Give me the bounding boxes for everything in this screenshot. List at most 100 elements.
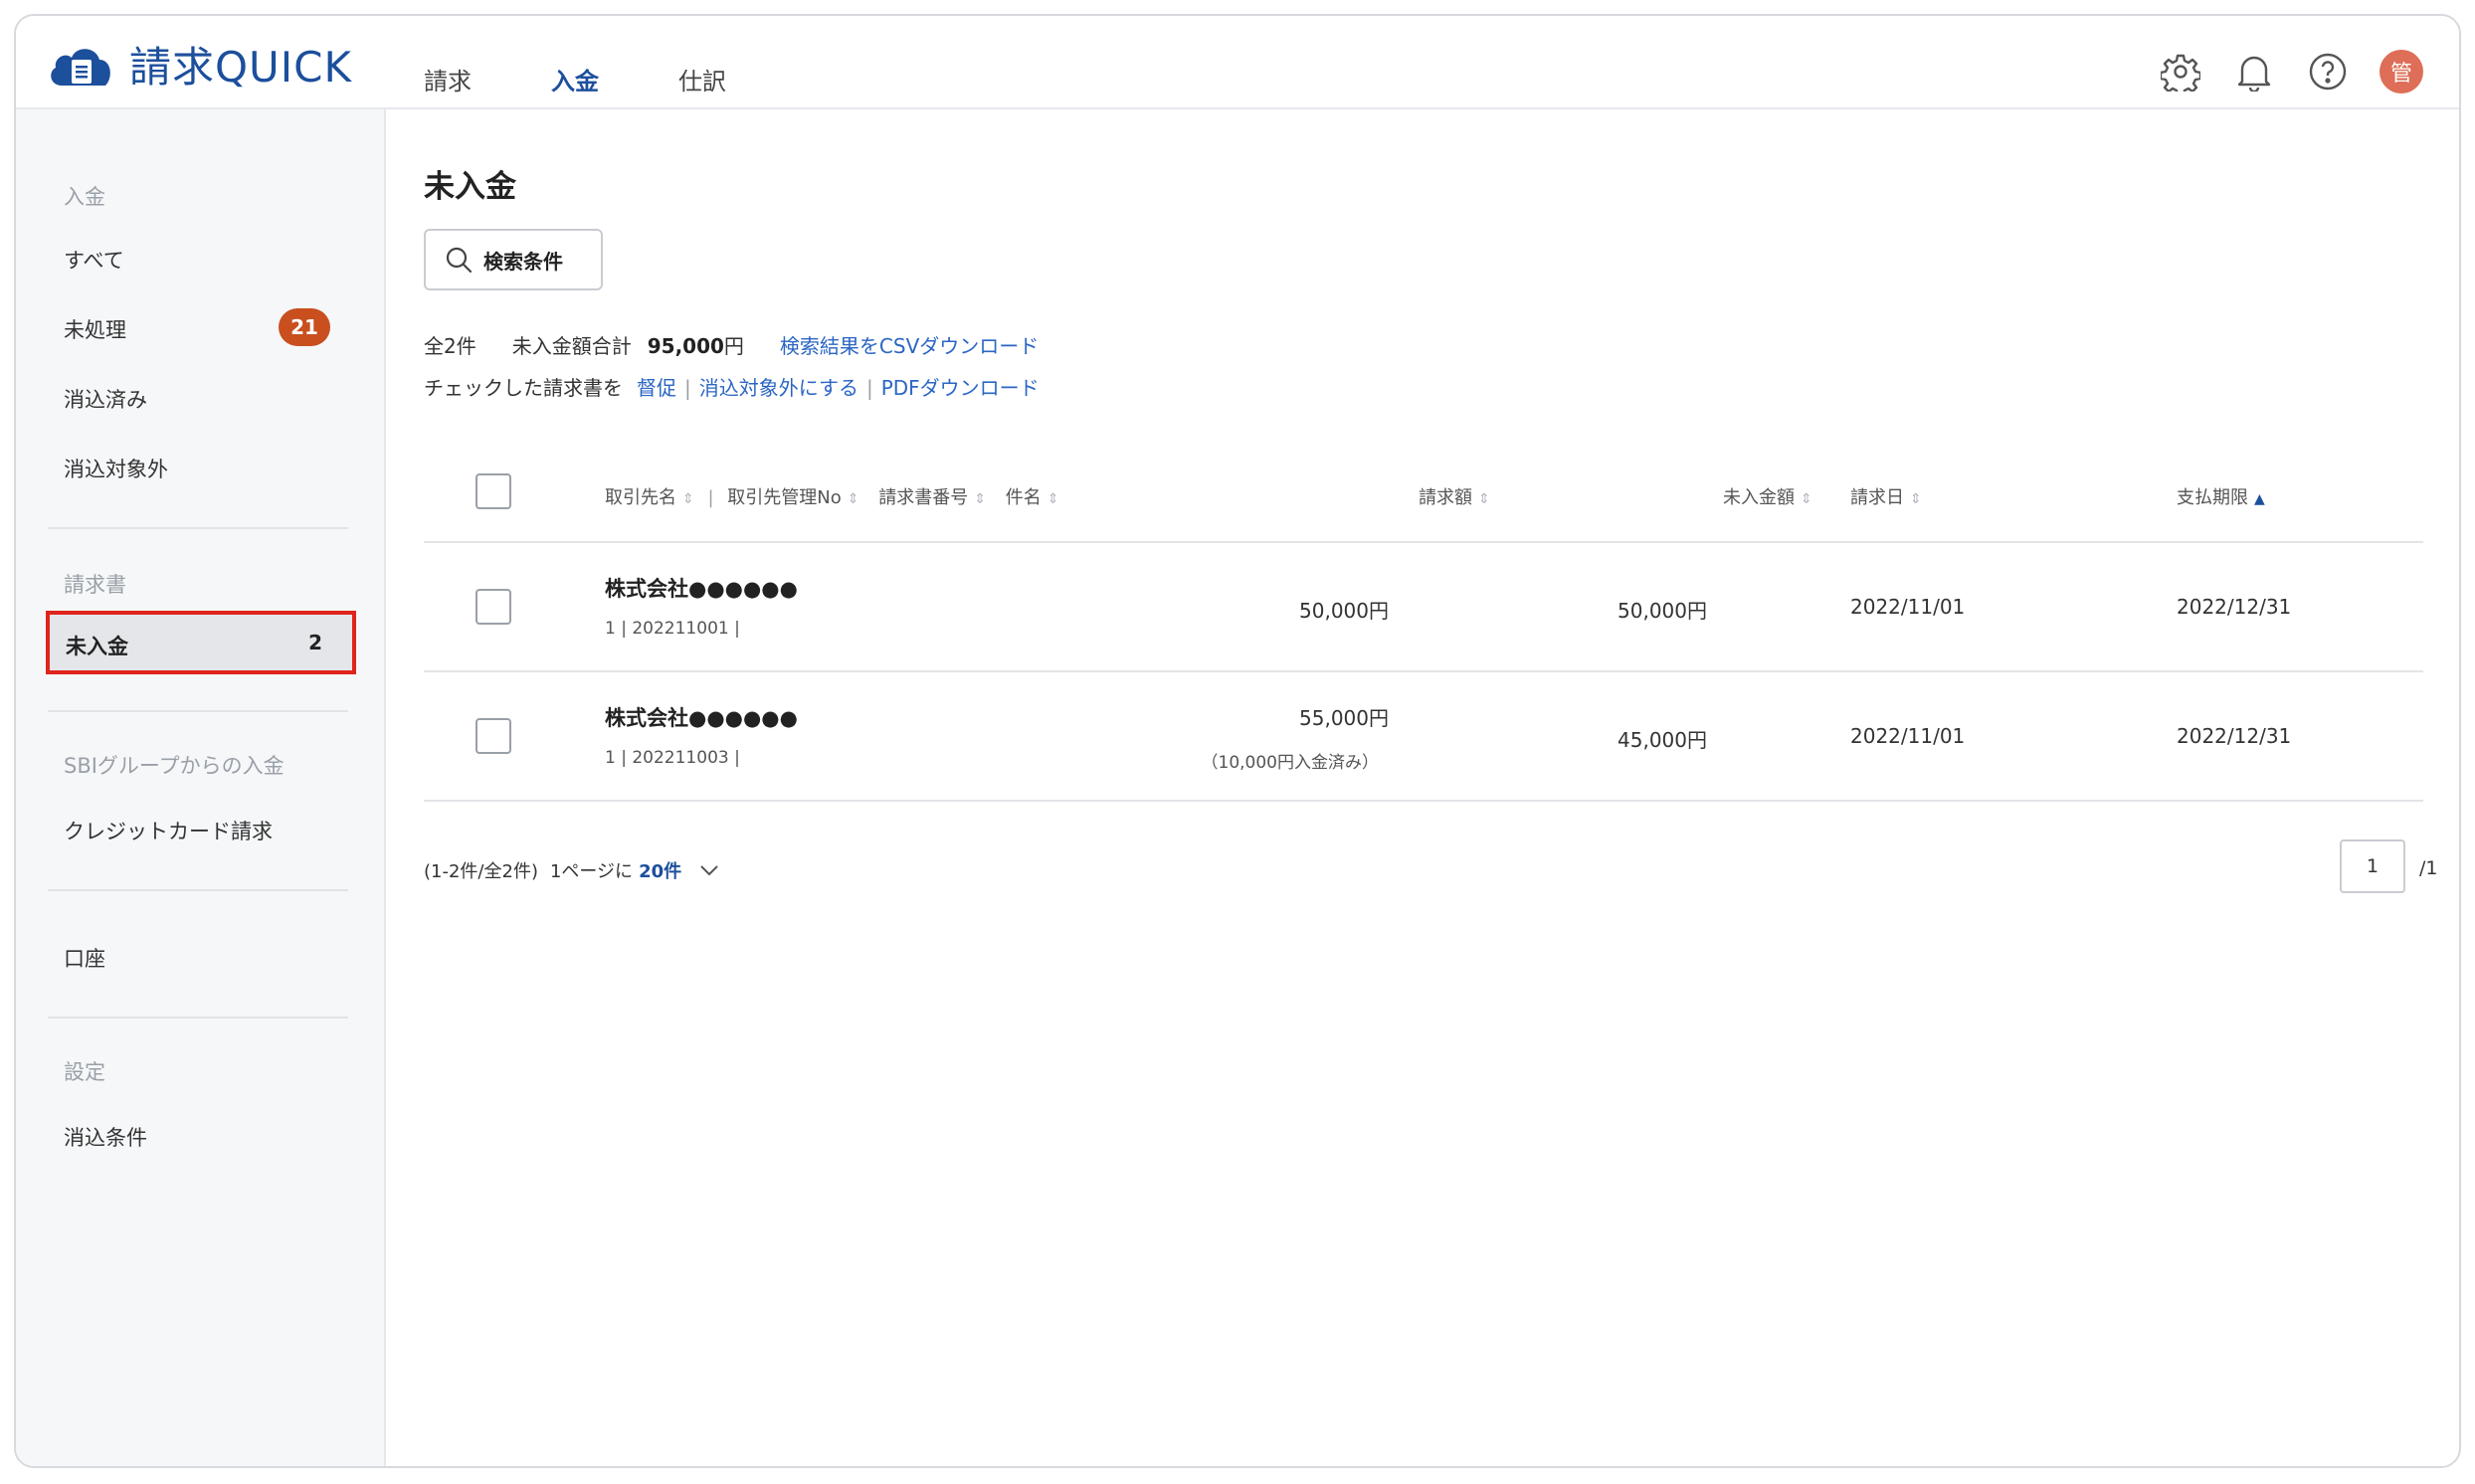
sidebar-item-excluded[interactable]: 消込対象外 [64, 454, 168, 483]
remind-link[interactable]: 督促 [637, 372, 676, 401]
sidebar-item-reconcile-conditions[interactable]: 消込条件 [64, 1122, 147, 1152]
col-billed-wrap: 請求額 ⇕ [1419, 483, 1490, 509]
per-page-label: 1ページに [549, 861, 634, 882]
sidebar-item-unpaid[interactable]: 未入金 2 [46, 611, 356, 674]
tab-payment[interactable]: 入金 [551, 62, 599, 96]
separator: | [684, 376, 691, 400]
page-number-input[interactable]: 1 [2340, 839, 2405, 893]
sort-icon[interactable]: ⇕ [1478, 491, 1490, 507]
csv-download-link[interactable]: 検索結果をCSVダウンロード [780, 330, 1039, 359]
user-avatar[interactable]: 管 [2378, 48, 2425, 95]
row-checkbox[interactable] [476, 718, 511, 754]
bulk-actions-line: チェックした請求書を 督促 | 消込対象外にする | PDFダウンロード [424, 372, 1040, 401]
sidebar-item-unprocessed[interactable]: 未処理 [64, 314, 126, 344]
help-icon[interactable] [2304, 48, 2352, 95]
sidebar-item-account[interactable]: 口座 [64, 943, 105, 973]
select-all-checkbox[interactable] [476, 473, 511, 509]
sidebar: 入金 すべて 未処理 21 消込済み 消込対象外 請求書 未入金 2 SBIグル… [16, 109, 386, 1466]
billed-amount: 50,000円 [1299, 599, 1389, 623]
client-name[interactable]: 株式会社●●●●●● [605, 702, 798, 732]
search-conditions-button[interactable]: 検索条件 [424, 229, 603, 290]
due-date: 2022/12/31 [2177, 595, 2292, 619]
col-issue-date[interactable]: 請求日 [1850, 487, 1904, 508]
row-meta: 1 | 202211001 | [605, 619, 740, 639]
issue-date: 2022/11/01 [1850, 595, 1966, 619]
table-row[interactable]: 株式会社●●●●●● 1 | 202211003 | 55,000円 （10,0… [424, 672, 2423, 802]
separator: | [865, 376, 873, 400]
unpaid-amount: 45,000円 [1618, 728, 1707, 752]
separator: | [707, 487, 714, 508]
exclude-link[interactable]: 消込対象外にする [699, 372, 858, 401]
col-invoice-no[interactable]: 請求書番号 [878, 487, 968, 508]
unpaid-count: 2 [308, 631, 322, 654]
app-window: 請求QUICK 請求 入金 仕訳 管 入金 すべて 未処理 21 消込済み 消込… [14, 14, 2461, 1468]
sidebar-section-sbi: SBIグループからの入金 [64, 754, 285, 778]
app-name: 請求QUICK [129, 42, 353, 92]
row-meta: 1 | 202211003 | [605, 748, 740, 768]
col-client-name[interactable]: 取引先名 [605, 487, 676, 508]
header-actions: 管 [2131, 48, 2425, 95]
col-issue-date-wrap: 請求日 ⇕ [1850, 483, 1922, 509]
tab-journal[interactable]: 仕訳 [678, 62, 726, 96]
sidebar-section-settings: 設定 [64, 1060, 105, 1084]
pdf-download-link[interactable]: PDFダウンロード [881, 372, 1040, 401]
bell-icon[interactable] [2230, 48, 2278, 95]
pagination-info: (1-2件/全2件) 1ページに 20件 [424, 857, 719, 883]
total-count: 全2件 [424, 334, 476, 358]
avatar-initial: 管 [2380, 50, 2423, 93]
checked-label: チェックした請求書を [424, 376, 623, 400]
per-page-select[interactable]: 20件 [639, 857, 681, 883]
row-checkbox[interactable] [476, 589, 511, 625]
col-unpaid[interactable]: 未入金額 [1723, 487, 1795, 508]
pagination-range: (1-2件/全2件) [424, 861, 538, 882]
sort-icon[interactable]: ⇕ [974, 491, 986, 507]
due-date: 2022/12/31 [2177, 724, 2292, 748]
page-title: 未入金 [424, 169, 516, 205]
unpaid-total-amount: 95,000 [647, 334, 724, 358]
tab-billing[interactable]: 請求 [424, 62, 472, 96]
top-nav: 請求 入金 仕訳 [424, 62, 806, 96]
col-subject[interactable]: 件名 [1006, 487, 1042, 508]
app-logo[interactable]: 請求QUICK [46, 36, 352, 92]
summary-line: 全2件 未入金額合計 95,000 円 検索結果をCSVダウンロード [424, 330, 1039, 359]
issue-date: 2022/11/01 [1850, 724, 1966, 748]
sidebar-item-all[interactable]: すべて [64, 245, 124, 275]
sidebar-divider [48, 527, 348, 529]
unpaid-invoices-table: 取引先名 ⇕ | 取引先管理No ⇕ 請求書番号 ⇕ 件名 ⇕ 請求額 ⇕ 未入金額 ⇕ 請… [424, 444, 2423, 802]
billed-note: （10,000円入金済み） [1201, 753, 1379, 773]
table-row[interactable]: 株式会社●●●●●● 1 | 202211001 | 50,000円 50,00… [424, 543, 2423, 672]
table-header: 取引先名 ⇕ | 取引先管理No ⇕ 請求書番号 ⇕ 件名 ⇕ 請求額 ⇕ 未入金額 ⇕ 請… [424, 444, 2423, 543]
sidebar-divider [48, 1017, 348, 1019]
sidebar-divider [48, 889, 348, 891]
top-header: 請求QUICK 請求 入金 仕訳 管 [16, 16, 2459, 109]
billed-amount: 55,000円 [1299, 706, 1389, 730]
col-billed[interactable]: 請求額 [1419, 487, 1472, 508]
sidebar-section-invoice: 請求書 [64, 573, 126, 597]
sort-icon[interactable]: ⇕ [1801, 491, 1812, 507]
sort-icon[interactable]: ⇕ [848, 491, 859, 507]
unprocessed-count-badge: 21 [279, 308, 330, 346]
search-conditions-label: 検索条件 [483, 249, 563, 274]
client-name[interactable]: 株式会社●●●●●● [605, 573, 798, 603]
unpaid-amount: 50,000円 [1618, 599, 1707, 623]
unpaid-total-label: 未入金額合計 [511, 334, 632, 358]
sort-icon[interactable]: ⇕ [682, 491, 694, 507]
sidebar-item-reconciled[interactable]: 消込済み [64, 384, 147, 414]
gear-icon[interactable] [2157, 48, 2204, 95]
column-header-group: 取引先名 ⇕ | 取引先管理No ⇕ 請求書番号 ⇕ 件名 ⇕ [605, 483, 1058, 509]
col-due-date[interactable]: 支払期限 [2177, 487, 2248, 508]
sort-asc-icon[interactable]: ▲ [2254, 491, 2265, 507]
col-client-no[interactable]: 取引先管理No [727, 487, 841, 508]
sidebar-divider [48, 710, 348, 712]
sort-icon[interactable]: ⇕ [1047, 491, 1059, 507]
col-unpaid-wrap: 未入金額 ⇕ [1723, 483, 1812, 509]
sidebar-item-unpaid-label: 未入金 [66, 635, 128, 658]
main-content: 未入金 検索条件 全2件 未入金額合計 95,000 円 検索結果をCSVダウン… [386, 109, 2459, 1466]
cloud-doc-logo-icon [46, 38, 115, 90]
page-total: /1 [2419, 857, 2438, 879]
chevron-down-icon[interactable] [699, 863, 719, 877]
unpaid-total-unit: 円 [723, 334, 744, 358]
sidebar-item-credit-card[interactable]: クレジットカード請求 [64, 816, 273, 845]
sort-icon[interactable]: ⇕ [1910, 491, 1922, 507]
search-icon [446, 247, 473, 274]
